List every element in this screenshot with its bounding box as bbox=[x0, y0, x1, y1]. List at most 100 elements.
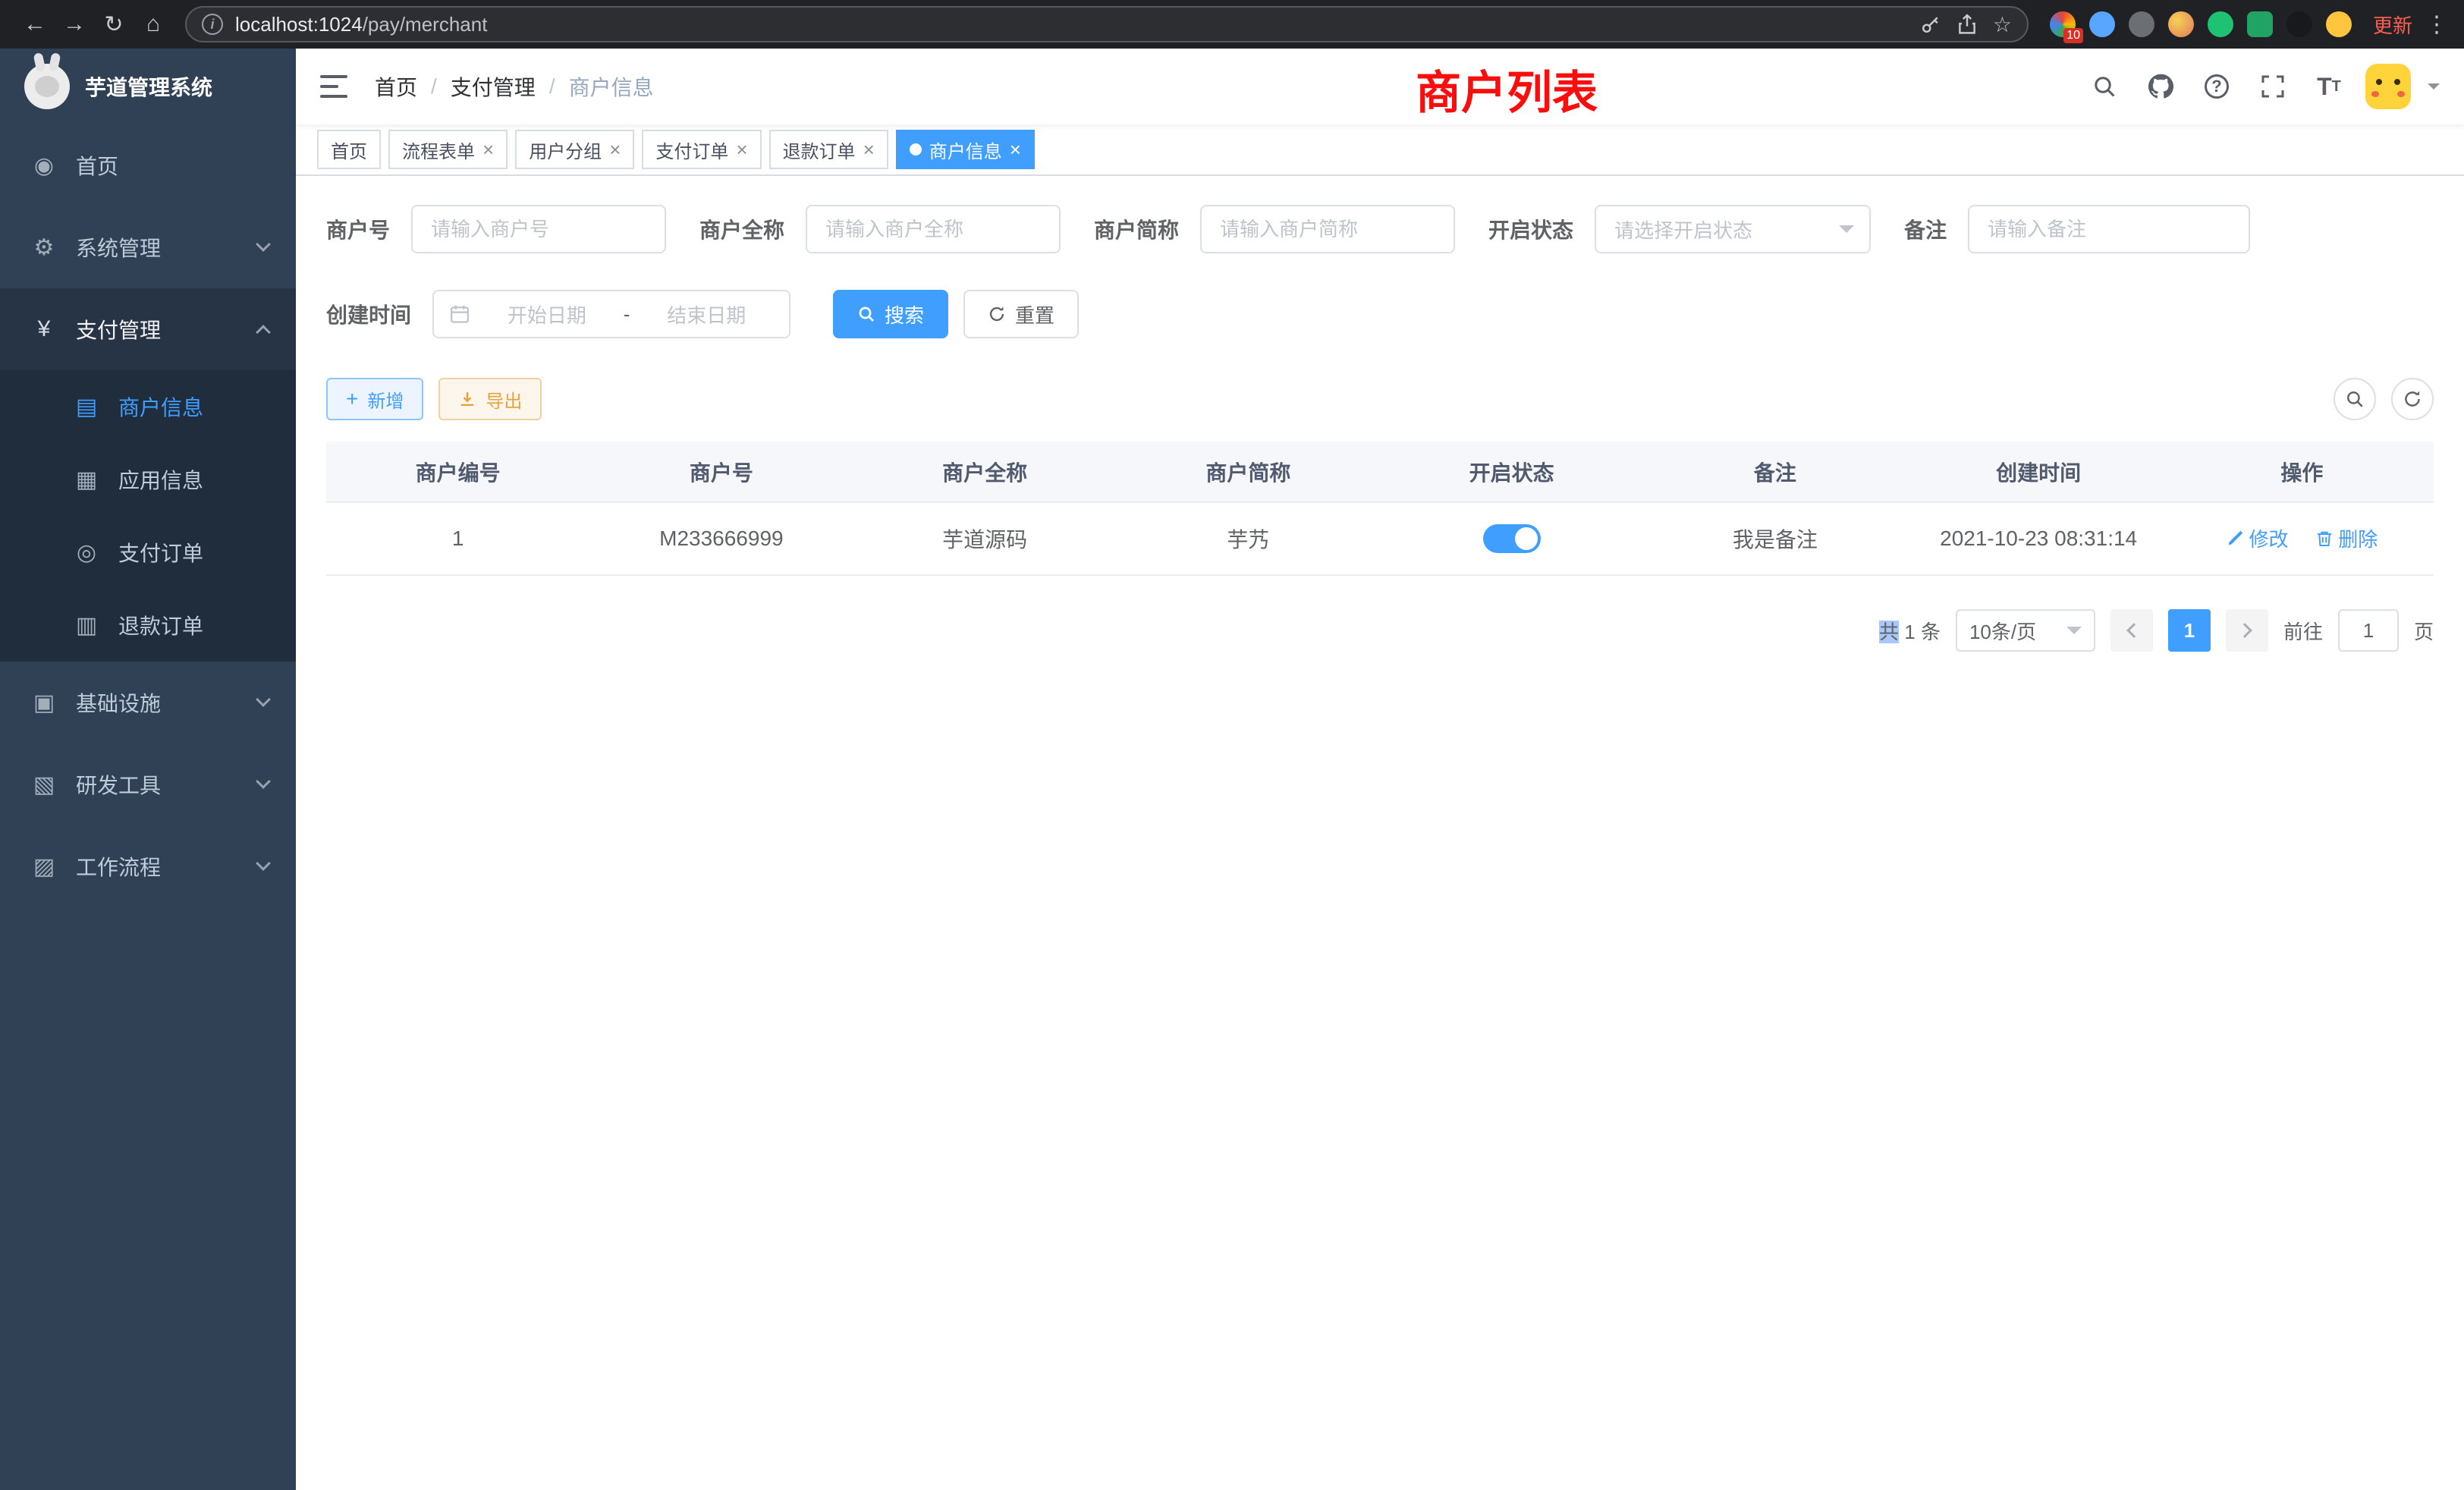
site-info-icon[interactable]: i bbox=[202, 14, 223, 35]
tab-refund-orders[interactable]: 退款订单 × bbox=[769, 130, 888, 169]
remark-label: 备注 bbox=[1904, 214, 1947, 244]
search-button[interactable]: 搜索 bbox=[833, 290, 948, 338]
tab-process-form[interactable]: 流程表单 × bbox=[388, 130, 508, 169]
close-icon[interactable]: × bbox=[736, 140, 747, 159]
browser-menu-icon[interactable]: ⋮ bbox=[2425, 11, 2449, 38]
hamburger-icon[interactable] bbox=[320, 75, 347, 98]
forward-icon[interactable]: → bbox=[55, 5, 94, 44]
sidebar-item-home[interactable]: ◉ 首页 bbox=[0, 124, 296, 206]
col-create-time: 创建时间 bbox=[1907, 442, 2170, 502]
sidebar-item-refund-orders[interactable]: ▥ 退款订单 bbox=[0, 589, 296, 662]
date-range-picker[interactable]: 开始日期 - 结束日期 bbox=[432, 290, 790, 338]
bookmark-star-icon[interactable]: ☆ bbox=[1993, 12, 2012, 37]
sidebar-item-label: 商户信息 bbox=[118, 391, 203, 422]
sidebar-item-devtools[interactable]: ▧ 研发工具 bbox=[0, 743, 296, 825]
page-size-select[interactable]: 10条/页 bbox=[1956, 609, 2095, 652]
table-header-row: 商户编号 商户号 商户全称 商户简称 开启状态 备注 创建时间 操作 bbox=[326, 442, 2434, 502]
fullscreen-icon[interactable] bbox=[2253, 67, 2293, 106]
next-page-button[interactable] bbox=[2226, 609, 2268, 652]
tab-merchant-info[interactable]: 商户信息 × bbox=[896, 130, 1035, 169]
sidebar-item-system[interactable]: ⚙ 系统管理 bbox=[0, 206, 296, 288]
date-separator: - bbox=[624, 303, 630, 326]
target-icon: ◎ bbox=[73, 539, 100, 566]
merchant-table: 商户编号 商户号 商户全称 商户简称 开启状态 备注 创建时间 操作 1 M23… bbox=[326, 442, 2434, 576]
close-icon[interactable]: × bbox=[482, 140, 494, 159]
tab-user-group[interactable]: 用户分组 × bbox=[515, 130, 634, 169]
close-icon[interactable]: × bbox=[609, 140, 621, 159]
export-button[interactable]: 导出 bbox=[438, 378, 542, 420]
key-icon[interactable] bbox=[1920, 14, 1941, 35]
search-icon[interactable] bbox=[2085, 67, 2124, 106]
extension-icon-2[interactable] bbox=[2089, 11, 2115, 37]
remark-input[interactable] bbox=[1968, 205, 2250, 253]
extensions-area: 10 bbox=[2050, 11, 2352, 37]
extension-icon-7[interactable] bbox=[2286, 11, 2312, 37]
top-navbar: 首页 / 支付管理 / 商户信息 商户列表 ? bbox=[296, 49, 2464, 124]
breadcrumb: 首页 / 支付管理 / 商户信息 bbox=[375, 71, 654, 102]
sidebar-item-label: 基础设施 bbox=[76, 687, 161, 718]
extension-icon-5[interactable] bbox=[2208, 11, 2233, 37]
breadcrumb-payment[interactable]: 支付管理 bbox=[451, 71, 536, 102]
sidebar-item-infrastructure[interactable]: ▣ 基础设施 bbox=[0, 662, 296, 743]
tab-pay-orders[interactable]: 支付订单 × bbox=[642, 130, 761, 169]
gear-icon: ⚙ bbox=[30, 234, 58, 261]
url-text: localhost:1024/pay/merchant bbox=[235, 13, 1908, 36]
page-content: 商户号 商户全称 商户简称 开启状态 请选择开启状态 bbox=[296, 176, 2464, 1490]
close-icon[interactable]: × bbox=[1010, 140, 1021, 159]
refresh-button[interactable] bbox=[2391, 378, 2434, 420]
toggle-search-button[interactable] bbox=[2334, 378, 2376, 420]
reload-icon[interactable]: ↻ bbox=[94, 5, 134, 44]
github-icon[interactable] bbox=[2141, 67, 2180, 106]
extension-icon-4[interactable] bbox=[2168, 11, 2194, 37]
goto-prefix: 前往 bbox=[2283, 617, 2323, 645]
sidebar-item-workflow[interactable]: ▨ 工作流程 bbox=[0, 825, 296, 907]
breadcrumb-home[interactable]: 首页 bbox=[375, 71, 417, 102]
font-size-icon[interactable]: TT bbox=[2309, 67, 2349, 106]
sidebar-item-app-info[interactable]: ▦ 应用信息 bbox=[0, 443, 296, 516]
extension-icon-3[interactable] bbox=[2129, 11, 2154, 37]
extension-icon-1[interactable]: 10 bbox=[2050, 11, 2076, 37]
chevron-up-icon bbox=[256, 325, 271, 340]
caret-down-icon bbox=[1839, 225, 1854, 240]
sidebar-item-merchant-info[interactable]: ▤ 商户信息 bbox=[0, 370, 296, 443]
goto-page-input[interactable] bbox=[2338, 609, 2399, 652]
status-select[interactable]: 请选择开启状态 bbox=[1595, 205, 1871, 253]
create-time-label: 创建时间 bbox=[326, 299, 411, 329]
avatar-caret-icon[interactable] bbox=[2428, 83, 2440, 96]
prev-page-button[interactable] bbox=[2110, 609, 2153, 652]
delete-link[interactable]: 删除 bbox=[2315, 524, 2378, 552]
calendar-icon bbox=[449, 303, 470, 325]
edit-link[interactable]: 修改 bbox=[2226, 524, 2288, 552]
sidebar-item-payment[interactable]: ¥ 支付管理 bbox=[0, 288, 296, 370]
extension-icon-8[interactable] bbox=[2326, 11, 2352, 37]
close-icon[interactable]: × bbox=[863, 140, 875, 159]
yen-icon: ¥ bbox=[30, 316, 58, 342]
back-icon[interactable]: ← bbox=[15, 5, 55, 44]
active-dot-icon bbox=[910, 143, 922, 156]
share-icon[interactable] bbox=[1956, 14, 1978, 35]
table-row: 1 M233666999 芋道源码 芋艿 我是备注 2021-10-23 08:… bbox=[326, 502, 2434, 575]
sidebar-logo[interactable]: 芋道管理系统 bbox=[0, 49, 296, 124]
sidebar-item-label: 工作流程 bbox=[76, 851, 161, 882]
status-label: 开启状态 bbox=[1488, 214, 1573, 244]
short-name-input[interactable] bbox=[1200, 205, 1455, 253]
address-bar[interactable]: i localhost:1024/pay/merchant ☆ bbox=[185, 6, 2029, 42]
sidebar-item-pay-orders[interactable]: ◎ 支付订单 bbox=[0, 516, 296, 589]
avatar[interactable] bbox=[2365, 64, 2411, 109]
date-end-placeholder: 结束日期 bbox=[639, 300, 774, 328]
reset-button[interactable]: 重置 bbox=[963, 290, 1079, 338]
extension-icon-6[interactable] bbox=[2247, 11, 2273, 37]
home-icon[interactable]: ⌂ bbox=[134, 5, 173, 44]
page-number-1[interactable]: 1 bbox=[2168, 609, 2211, 652]
merchant-no-input[interactable] bbox=[411, 205, 666, 253]
status-select-placeholder: 请选择开启状态 bbox=[1614, 215, 1752, 244]
tab-home[interactable]: 首页 bbox=[317, 130, 381, 169]
status-toggle[interactable] bbox=[1483, 524, 1541, 553]
browser-update-button[interactable]: 更新 bbox=[2373, 11, 2412, 39]
payment-submenu: ▤ 商户信息 ▦ 应用信息 ◎ 支付订单 ▥ 退款订单 bbox=[0, 370, 296, 662]
add-button[interactable]: + 新增 bbox=[326, 378, 423, 420]
cell-create-time: 2021-10-23 08:31:14 bbox=[1907, 502, 2170, 575]
cell-merchant-no: M233666999 bbox=[589, 502, 853, 575]
help-icon[interactable]: ? bbox=[2197, 67, 2236, 106]
full-name-input[interactable] bbox=[806, 205, 1061, 253]
